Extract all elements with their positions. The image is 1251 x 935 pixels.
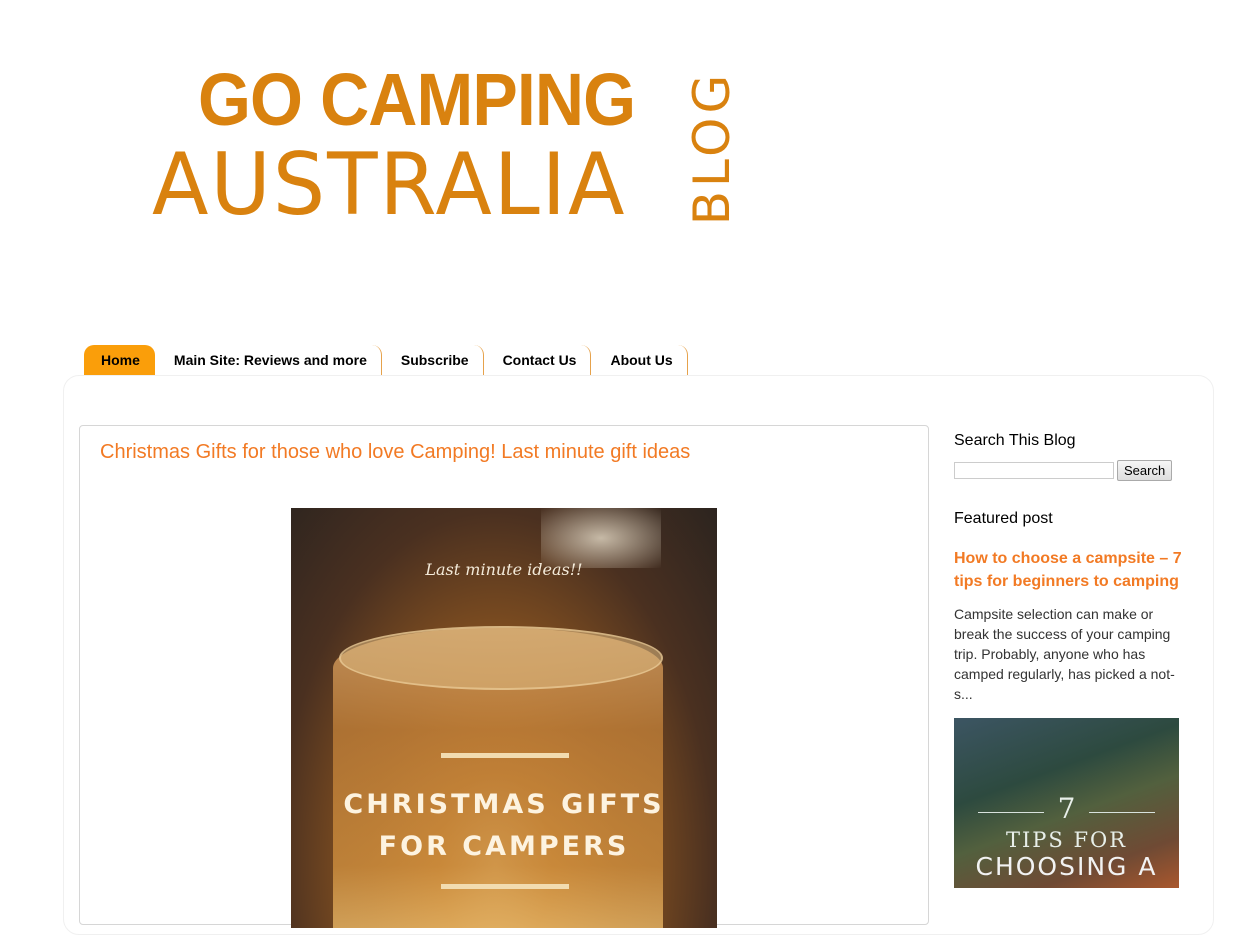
logo-title-australia: AUSTRALIA xyxy=(152,135,627,235)
post-image[interactable]: Last minute ideas!! CHRISTMAS GIFTS FOR … xyxy=(291,508,717,928)
sidebar: Search This Blog Search Featured post Ho… xyxy=(954,430,1184,888)
logo-blog-text: BLOG xyxy=(683,70,741,226)
image-bottom-rule xyxy=(441,884,569,889)
featured-widget-title: Featured post xyxy=(954,510,1053,527)
image-headline-line1: CHRISTMAS GIFTS xyxy=(343,789,665,820)
tab-subscribe[interactable]: Subscribe xyxy=(384,345,484,375)
featured-post-image[interactable]: 7 TIPS FOR CHOOSING A xyxy=(954,718,1179,888)
search-row: Search xyxy=(954,460,1184,481)
tab-main-site[interactable]: Main Site: Reviews and more xyxy=(157,345,382,375)
image-headline-line2: FOR CAMPERS xyxy=(378,831,630,862)
logo-blog-vertical: BLOG xyxy=(680,70,741,230)
tab-contact-us[interactable]: Contact Us xyxy=(486,345,592,375)
featured-image-rule-right xyxy=(1089,812,1155,813)
post-title-link[interactable]: Christmas Gifts for those who love Campi… xyxy=(100,441,690,464)
featured-post-link[interactable]: How to choose a campsite – 7 tips for be… xyxy=(954,547,1184,593)
site-logo[interactable]: GO CAMPING AUSTRALIA BLOG xyxy=(150,58,741,235)
search-button[interactable]: Search xyxy=(1117,460,1173,481)
blog-post: Christmas Gifts for those who love Campi… xyxy=(79,425,929,928)
search-widget-title: Search This Blog xyxy=(954,432,1076,449)
image-light-glare xyxy=(541,508,661,568)
featured-image-number: 7 xyxy=(1057,792,1076,825)
image-lantern-rim xyxy=(339,626,663,690)
search-input[interactable] xyxy=(954,462,1114,479)
image-headline: CHRISTMAS GIFTS FOR CAMPERS xyxy=(291,784,717,868)
featured-image-line2: CHOOSING A xyxy=(975,852,1158,881)
image-kicker-text: Last minute ideas!! xyxy=(425,560,583,579)
image-top-rule xyxy=(441,753,569,758)
tab-about-us[interactable]: About Us xyxy=(593,345,688,375)
logo-title-go-camping: GO CAMPING xyxy=(198,58,636,141)
tab-home[interactable]: Home xyxy=(84,345,155,375)
featured-post-snippet: Campsite selection can make or break the… xyxy=(954,606,1175,702)
featured-image-line1: TIPS FOR xyxy=(1005,828,1128,852)
nav-tabs: Home Main Site: Reviews and more Subscri… xyxy=(84,345,690,375)
